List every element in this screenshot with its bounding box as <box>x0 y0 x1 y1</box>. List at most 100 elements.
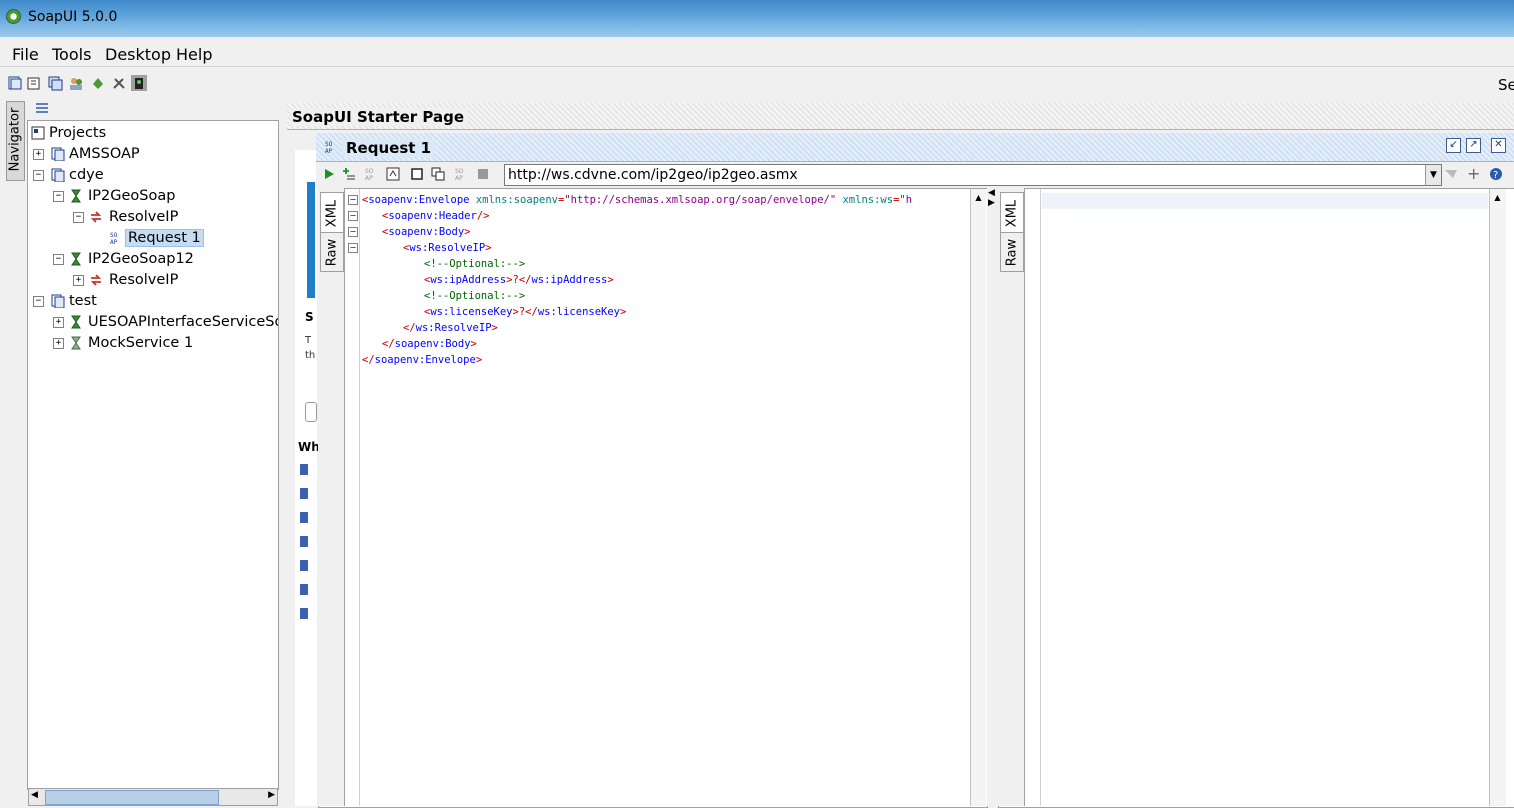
request-vertical-scrollbar[interactable]: ▲ <box>970 189 986 806</box>
interface-icon <box>71 189 81 203</box>
fold-icon[interactable]: − <box>348 195 358 205</box>
expand-icon[interactable]: + <box>33 149 44 160</box>
menu-help[interactable]: Help <box>176 45 212 64</box>
xml-line: </ws:ResolveIP> <box>403 322 498 334</box>
menu-tools[interactable]: Tools <box>52 45 91 64</box>
tab-request-raw[interactable]: Raw <box>320 232 344 272</box>
main-toolbar: Se <box>0 68 1514 98</box>
create-request-icon[interactable]: SOAP <box>364 167 378 181</box>
starter-link-icon[interactable] <box>300 488 308 499</box>
endpoint-combobox[interactable]: http://ws.cdvne.com/ip2geo/ip2geo.asmx ▼ <box>504 164 1442 186</box>
tab-request-xml[interactable]: XML <box>320 192 344 234</box>
starter-text-fragment: th <box>305 350 316 361</box>
minimize-icon[interactable]: ↙ <box>1446 138 1461 153</box>
current-line-highlight[interactable] <box>1042 193 1488 209</box>
scroll-up-icon[interactable]: ▲ <box>1491 191 1504 204</box>
menu-desktop[interactable]: Desktop <box>105 45 171 64</box>
starter-link-icon[interactable] <box>300 464 308 475</box>
collapse-right-icon[interactable]: ▶ <box>988 198 995 208</box>
starter-link-icon[interactable] <box>300 608 308 619</box>
projects-icon <box>31 126 45 140</box>
project-icon <box>51 294 65 308</box>
mock-service-icon <box>71 336 81 350</box>
tree-label: MockService 1 <box>88 335 194 351</box>
window-title: SoapUI 5.0.0 <box>28 9 118 25</box>
clone-request-icon[interactable] <box>431 167 445 181</box>
navigator-horizontal-scrollbar[interactable]: ◀ ▶ <box>28 788 278 806</box>
navigator-tab-label: Navigator <box>7 107 23 172</box>
svg-text:SO: SO <box>110 232 118 239</box>
add-to-testcase-icon[interactable] <box>342 167 356 181</box>
collapse-icon[interactable]: − <box>33 296 44 307</box>
tree-label: UESOAPInterfaceServiceSoap <box>88 314 278 330</box>
help-icon[interactable]: ? <box>1489 167 1503 181</box>
proxy-icon[interactable] <box>131 75 147 91</box>
response-view-tabs: XML Raw <box>998 188 1025 806</box>
submit-request-icon[interactable] <box>322 167 336 181</box>
starter-banner <box>307 182 315 298</box>
svg-text:SO: SO <box>455 168 464 175</box>
svg-text:SO: SO <box>365 168 374 175</box>
svg-text:AP: AP <box>455 175 463 181</box>
recreate-request-icon[interactable] <box>386 167 400 181</box>
add-icon[interactable]: + <box>1467 164 1480 183</box>
expand-icon[interactable]: + <box>53 338 64 349</box>
tree-label: Projects <box>49 125 107 141</box>
preferences-icon[interactable] <box>111 75 127 91</box>
format-request-icon[interactable]: SOAP <box>454 167 468 181</box>
response-vertical-scrollbar[interactable]: ▲ <box>1489 189 1506 806</box>
chevron-down-icon[interactable]: ▼ <box>1425 165 1441 185</box>
tab-response-xml[interactable]: XML <box>1000 192 1024 234</box>
xml-request-editor[interactable]: <soapenv:Envelope xmlns:soapenv="http://… <box>362 192 970 806</box>
maximize-icon[interactable]: ↗ <box>1466 138 1481 153</box>
request-window-title-bar[interactable]: SO AP Request 1 ↙ ↗ ✕ <box>316 133 1514 162</box>
xml-line: <soapenv:Header/> <box>382 210 490 222</box>
navigator-tab[interactable]: Navigator <box>6 101 25 181</box>
starter-link-icon[interactable] <box>300 560 308 571</box>
tab-label: Raw <box>324 238 340 267</box>
starter-link-icon[interactable] <box>300 584 308 595</box>
fold-icon[interactable]: − <box>348 243 358 253</box>
starter-link-icon[interactable] <box>300 512 308 523</box>
expand-icon[interactable]: + <box>73 275 84 286</box>
scrollbar-thumb[interactable] <box>45 790 219 805</box>
starter-button-fragment[interactable] <box>305 402 317 422</box>
fold-icon[interactable]: − <box>348 227 358 237</box>
endpoint-value: http://ws.cdvne.com/ip2geo/ip2geo.asmx <box>508 167 798 183</box>
collapse-icon[interactable]: − <box>33 170 44 181</box>
save-all-icon[interactable] <box>47 75 63 91</box>
forum-icon[interactable] <box>68 75 84 91</box>
soapui-update-icon[interactable] <box>90 75 106 91</box>
collapse-icon[interactable]: − <box>53 191 64 202</box>
soap-request-icon: SOAP <box>325 141 333 154</box>
import-project-icon[interactable] <box>26 75 42 91</box>
xml-line: <ws:ipAddress>?</ws:ipAddress> <box>424 274 614 286</box>
interface-icon <box>71 315 81 329</box>
xml-comment: <!--Optional:--> <box>424 258 526 270</box>
collapse-all-icon[interactable] <box>35 102 49 114</box>
response-editor-pane <box>998 188 1514 808</box>
scroll-left-icon[interactable]: ◀ <box>31 790 38 800</box>
new-project-icon[interactable] <box>7 75 23 91</box>
collapse-left-icon[interactable]: ◀ <box>988 188 995 198</box>
xml-comment: <!--Optional:--> <box>424 290 526 302</box>
starter-page-title-bar[interactable]: SoapUI Starter Page <box>287 103 1514 130</box>
starter-heading-fragment: Wh <box>298 440 320 454</box>
expand-icon[interactable]: + <box>53 317 64 328</box>
fold-icon[interactable]: − <box>348 211 358 221</box>
collapse-icon[interactable]: − <box>73 212 84 223</box>
cancel-request-icon[interactable] <box>476 167 490 181</box>
scroll-right-icon[interactable]: ▶ <box>268 790 275 800</box>
tab-response-raw[interactable]: Raw <box>1000 232 1024 272</box>
starter-link-icon[interactable] <box>300 536 308 547</box>
close-icon[interactable]: ✕ <box>1491 138 1506 153</box>
wsa-icon[interactable] <box>1444 167 1458 181</box>
editor-splitter[interactable]: ◀ ▶ <box>987 188 997 806</box>
create-empty-icon[interactable] <box>410 167 424 181</box>
operation-icon <box>90 211 102 223</box>
collapse-icon[interactable]: − <box>53 254 64 265</box>
request-window-title: Request 1 <box>342 139 436 157</box>
scroll-up-icon[interactable]: ▲ <box>972 191 985 204</box>
menu-file[interactable]: File <box>12 45 39 64</box>
editor-gutter: − − − − <box>345 189 360 806</box>
